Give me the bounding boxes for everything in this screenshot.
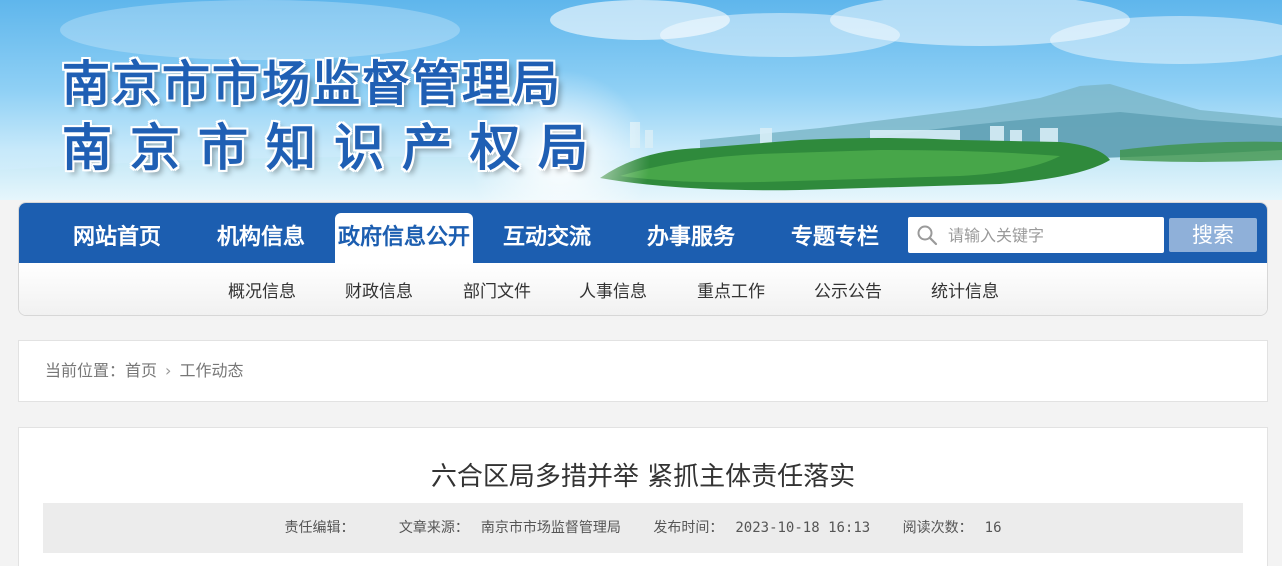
breadcrumb-home-link[interactable]: 首页: [125, 361, 157, 380]
article-container: 六合区局多措并举 紧抓主体责任落实 责任编辑： 文章来源： 南京市市场监督管理局 …: [18, 427, 1268, 566]
site-title-secondary: 南京市知识产权局: [62, 118, 606, 177]
nav-item-services[interactable]: 办事服务: [631, 213, 751, 263]
main-navigation: 网站首页 机构信息 政府信息公开 互动交流 办事服务 专题专栏 搜索 概况信息 …: [18, 202, 1268, 316]
nav-item-interaction[interactable]: 互动交流: [487, 213, 607, 263]
sub-nav-department-documents[interactable]: 部门文件: [463, 277, 531, 302]
primary-nav-bar: 网站首页 机构信息 政府信息公开 互动交流 办事服务 专题专栏 搜索: [19, 203, 1267, 263]
date-field: 发布时间： 2023-10-18 16:13: [647, 520, 876, 536]
sub-nav-statistics[interactable]: 统计信息: [931, 277, 999, 302]
site-title-primary: 南京市市场监督管理局: [62, 56, 563, 112]
sub-nav-announcements[interactable]: 公示公告: [814, 277, 882, 302]
nav-item-home[interactable]: 网站首页: [57, 213, 177, 263]
breadcrumb: 当前位置：首页 › 工作动态: [18, 340, 1268, 402]
editor-field: 责任编辑：: [278, 520, 372, 536]
article-title: 六合区局多措并举 紧抓主体责任落实: [430, 462, 856, 492]
chevron-right-icon: ›: [165, 361, 172, 380]
search-box: [908, 217, 1164, 253]
nav-item-gov-info-disclosure[interactable]: 政府信息公开: [335, 213, 473, 263]
sub-nav-finance[interactable]: 财政信息: [345, 277, 413, 302]
source-value: 南京市市场监督管理局: [480, 520, 621, 536]
views-value: 16: [984, 520, 1002, 536]
date-value: 2023-10-18 16:13: [735, 520, 871, 536]
sub-nav-personnel[interactable]: 人事信息: [579, 277, 647, 302]
secondary-nav-bar: 概况信息 财政信息 部门文件 人事信息 重点工作 公示公告 统计信息: [19, 263, 1267, 315]
nav-item-special-topics[interactable]: 专题专栏: [775, 213, 895, 263]
site-banner: 南京市市场监督管理局 南京市知识产权局: [0, 0, 1282, 200]
article-meta: 责任编辑： 文章来源： 南京市市场监督管理局 发布时间： 2023-10-18 16…: [43, 503, 1243, 553]
views-label: 阅读次数：: [902, 520, 973, 536]
editor-label: 责任编辑：: [284, 520, 355, 536]
views-field: 阅读次数： 16: [897, 520, 1008, 536]
search-input[interactable]: [948, 217, 1158, 253]
source-field: 文章来源： 南京市市场监督管理局: [393, 520, 627, 536]
nav-item-organization[interactable]: 机构信息: [201, 213, 321, 263]
breadcrumb-prefix: 当前位置：: [45, 361, 126, 380]
search-button[interactable]: 搜索: [1169, 218, 1257, 252]
breadcrumb-current-link[interactable]: 工作动态: [179, 361, 243, 380]
search-icon: [916, 224, 938, 250]
sub-nav-key-work[interactable]: 重点工作: [697, 277, 765, 302]
sub-nav-overview[interactable]: 概况信息: [228, 277, 296, 302]
source-label: 文章来源：: [398, 520, 469, 536]
date-label: 发布时间：: [653, 520, 724, 536]
